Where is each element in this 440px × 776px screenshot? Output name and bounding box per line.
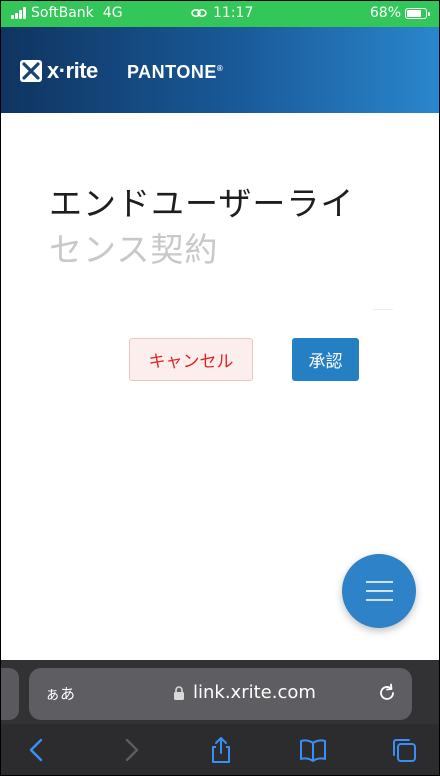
url-text: link.xrite.com bbox=[193, 682, 316, 703]
link-icon bbox=[191, 9, 207, 17]
screen: SoftBank 4G 11:17 68% x·rite PANTONE® エン… bbox=[0, 0, 440, 776]
forward-icon[interactable] bbox=[117, 736, 145, 764]
share-icon[interactable] bbox=[207, 736, 235, 764]
menu-fab-button[interactable] bbox=[342, 554, 416, 628]
signal-icon bbox=[11, 7, 26, 19]
address-bar[interactable]: ぁあ link.xrite.com bbox=[29, 668, 412, 720]
tabs-icon[interactable] bbox=[390, 736, 418, 764]
accept-button[interactable]: 承認 bbox=[292, 338, 359, 381]
status-center: 11:17 bbox=[191, 5, 253, 21]
browser-toolbar bbox=[1, 724, 439, 775]
xrite-logo[interactable]: x·rite bbox=[19, 58, 98, 84]
pantone-wordmark: PANTONE bbox=[127, 62, 217, 82]
battery-percent: 68% bbox=[369, 5, 401, 21]
xrite-mark-icon bbox=[20, 60, 42, 82]
registered-mark: ® bbox=[216, 64, 224, 73]
carrier-label: SoftBank bbox=[31, 5, 94, 21]
url-field[interactable]: link.xrite.com bbox=[173, 682, 316, 703]
status-left: SoftBank 4G bbox=[11, 5, 123, 21]
divider bbox=[373, 309, 393, 310]
battery-icon bbox=[405, 7, 430, 19]
reload-icon[interactable] bbox=[376, 682, 398, 704]
pantone-logo[interactable]: PANTONE® bbox=[127, 62, 223, 83]
xrite-wordmark: x·rite bbox=[47, 58, 98, 83]
status-right: 68% bbox=[369, 5, 430, 21]
network-label: 4G bbox=[102, 5, 123, 21]
lock-icon bbox=[174, 685, 184, 700]
status-time: 11:17 bbox=[213, 5, 254, 21]
bookmarks-icon[interactable] bbox=[299, 736, 327, 764]
status-bar: SoftBank 4G 11:17 68% bbox=[1, 1, 439, 27]
page-title-line2: センス契約 bbox=[49, 230, 219, 269]
previous-tab-peek[interactable] bbox=[1, 668, 19, 720]
back-icon[interactable] bbox=[23, 736, 51, 764]
text-size-button[interactable]: ぁあ bbox=[45, 683, 75, 704]
cancel-button[interactable]: キャンセル bbox=[129, 338, 253, 381]
site-header: x·rite PANTONE® bbox=[1, 27, 439, 113]
page-title-line1: エンドユーザーライ bbox=[49, 184, 355, 223]
